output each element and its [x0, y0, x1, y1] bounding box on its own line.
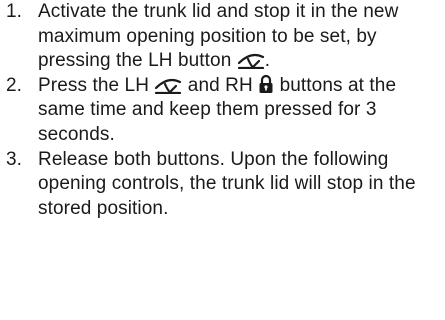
step-2: 2. Press the LH and RH buttons at the sa… — [0, 74, 445, 148]
trunk-lid-icon — [154, 74, 182, 94]
step-text: Activate the trunk lid and stop it in th… — [38, 1, 399, 72]
step-number: 2. — [6, 74, 23, 96]
step-number: 1. — [6, 1, 23, 22]
step-3: 3. Release both buttons. Upon the follow… — [0, 148, 445, 222]
step-text-end: . — [264, 50, 271, 72]
step-1: 1. Activate the trunk lid and stop it in… — [0, 0, 445, 74]
step-number: 3. — [6, 148, 23, 170]
step-text: Press the LH — [38, 74, 155, 96]
step-text: Release both buttons. Upon the following… — [38, 148, 416, 219]
instruction-list: 1. Activate the trunk lid and stop it in… — [0, 0, 445, 221]
step-text: and RH — [182, 74, 259, 96]
trunk-lid-icon — [237, 49, 265, 70]
lock-icon — [258, 74, 274, 94]
